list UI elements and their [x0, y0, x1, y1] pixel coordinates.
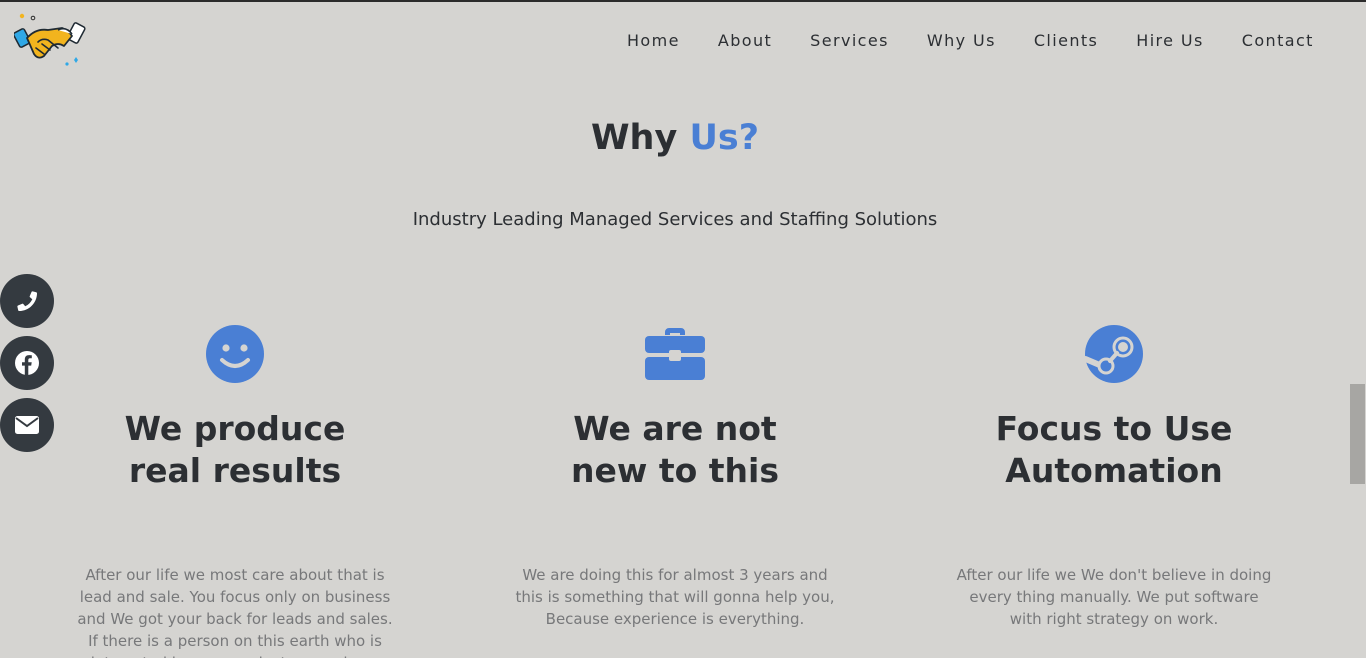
nav-why-us[interactable]: Why Us [927, 31, 996, 50]
nav-about[interactable]: About [718, 31, 772, 50]
phone-button[interactable] [0, 274, 54, 328]
feature-title-line1: We are not [573, 409, 777, 448]
nav-services[interactable]: Services [810, 31, 889, 50]
briefcase-icon [645, 328, 705, 380]
facebook-button[interactable] [0, 336, 54, 390]
feature-card-experience: We are not new to this We are doing this… [495, 324, 855, 630]
scrollbar-thumb[interactable] [1350, 384, 1365, 484]
social-bar [0, 274, 54, 452]
section-title-accent: Us? [689, 118, 760, 158]
section-subtitle: Industry Leading Managed Services and St… [412, 209, 938, 230]
nav-hire-us[interactable]: Hire Us [1136, 31, 1203, 50]
feature-card-automation: Focus to Use Automation After our life w… [934, 324, 1294, 630]
section-title: Why Us? [0, 118, 1350, 158]
feature-text: After our life we most care about that i… [77, 566, 393, 658]
section-title-main: Why [590, 118, 678, 158]
handshake-icon[interactable] [12, 12, 86, 70]
feature-title-line2: real results [128, 451, 342, 490]
feature-title-line1: We produce [124, 409, 346, 448]
smile-icon [206, 325, 264, 383]
feature-title: Focus to Use Automation [934, 408, 1294, 492]
steam-icon [1084, 325, 1143, 383]
main-nav: Home About Services Why Us Clients Hire … [627, 31, 1352, 50]
nav-clients[interactable]: Clients [1034, 31, 1098, 50]
page: Home About Services Why Us Clients Hire … [0, 0, 1366, 658]
feature-text: We are doing this for almost 3 years and… [515, 566, 835, 628]
feature-text: After our life we We don't believe in do… [956, 566, 1272, 628]
feature-title-line1: Focus to Use [995, 409, 1233, 448]
facebook-icon [15, 351, 39, 375]
envelope-icon [15, 416, 39, 434]
feature-title: We produce real results [55, 408, 415, 492]
phone-icon [17, 291, 38, 312]
feature-title: We are not new to this [495, 408, 855, 492]
nav-contact[interactable]: Contact [1242, 31, 1314, 50]
email-button[interactable] [0, 398, 54, 452]
feature-title-line2: Automation [1005, 451, 1223, 490]
scrollbar-track[interactable] [1349, 2, 1366, 658]
feature-card-results: We produce real results After our life w… [55, 324, 415, 658]
nav-home[interactable]: Home [627, 31, 680, 50]
feature-title-line2: new to this [570, 451, 779, 490]
